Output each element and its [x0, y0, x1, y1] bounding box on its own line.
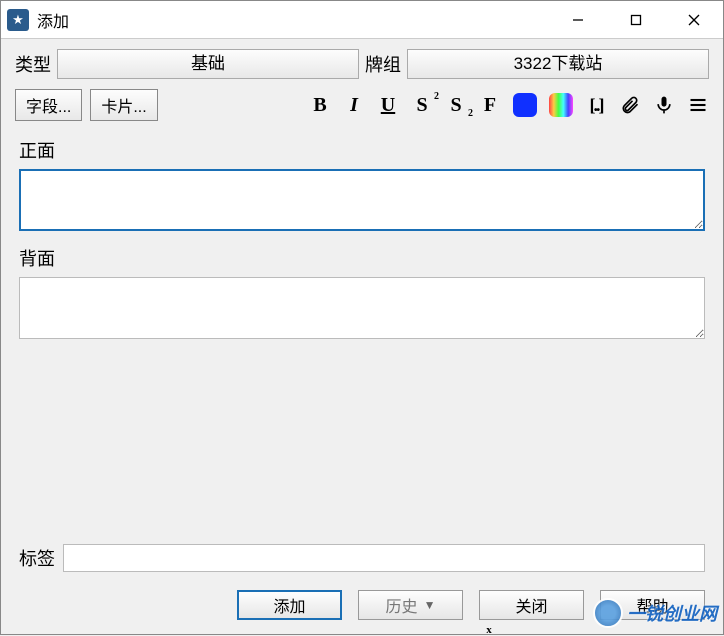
- titlebar: ★ 添加: [1, 1, 723, 39]
- add-button[interactable]: 添加: [237, 590, 342, 620]
- cards-button[interactable]: 卡片...: [90, 89, 157, 121]
- fields-toolbar-row: 字段... 卡片... B I U S S F [..]: [1, 85, 723, 127]
- close-button[interactable]: 关闭: [479, 590, 584, 620]
- microphone-icon[interactable]: [653, 93, 675, 117]
- clear-format-icon[interactable]: F: [479, 93, 501, 117]
- text-color-icon[interactable]: [513, 93, 537, 117]
- maximize-button[interactable]: [607, 1, 665, 38]
- tags-row: 标签: [1, 534, 723, 582]
- attach-icon[interactable]: [619, 93, 641, 117]
- highlight-color-icon[interactable]: [549, 93, 573, 117]
- bold-icon[interactable]: B: [309, 93, 331, 117]
- front-label: 正面: [19, 137, 705, 163]
- deck-selector[interactable]: 3322下载站: [407, 49, 709, 79]
- type-label: 类型: [15, 51, 51, 77]
- underline-icon[interactable]: U: [377, 93, 399, 117]
- superscript-icon[interactable]: S: [411, 93, 433, 117]
- chevron-down-icon: ▼: [424, 598, 436, 612]
- history-button[interactable]: 历史 ▼: [358, 590, 463, 620]
- format-toolbar: B I U S S F [..]: [309, 93, 709, 117]
- back-label: 背面: [19, 245, 705, 271]
- more-menu-icon[interactable]: [687, 93, 709, 117]
- close-window-button[interactable]: [665, 1, 723, 38]
- tags-label: 标签: [19, 545, 55, 571]
- front-input[interactable]: [19, 169, 705, 231]
- content-area: 类型 基础 牌组 3322下载站 字段... 卡片... B I U S S F…: [1, 39, 723, 634]
- type-selector[interactable]: 基础: [57, 49, 359, 79]
- back-input[interactable]: [19, 277, 705, 339]
- tags-input[interactable]: [63, 544, 705, 572]
- minimize-button[interactable]: [549, 1, 607, 38]
- window-title: 添加: [37, 8, 549, 32]
- footer-buttons: 添加 历史 ▼ 关闭 帮助 一锐创业网: [1, 582, 723, 634]
- back-field-section: 背面: [1, 235, 723, 343]
- app-icon: ★: [7, 9, 29, 31]
- type-deck-row: 类型 基础 牌组 3322下载站: [1, 39, 723, 85]
- fields-button[interactable]: 字段...: [15, 89, 82, 121]
- subscript-icon[interactable]: S: [445, 93, 467, 117]
- add-note-window: ★ 添加 类型 基础 牌组 3322下载站 字段... 卡片... B: [0, 0, 724, 635]
- history-label: 历史: [386, 593, 418, 617]
- window-controls: [549, 1, 723, 38]
- cloze-icon[interactable]: [..]: [585, 93, 607, 117]
- front-field-section: 正面: [1, 127, 723, 235]
- help-button[interactable]: 帮助: [600, 590, 705, 620]
- deck-label: 牌组: [365, 51, 401, 77]
- italic-icon[interactable]: I: [343, 93, 365, 117]
